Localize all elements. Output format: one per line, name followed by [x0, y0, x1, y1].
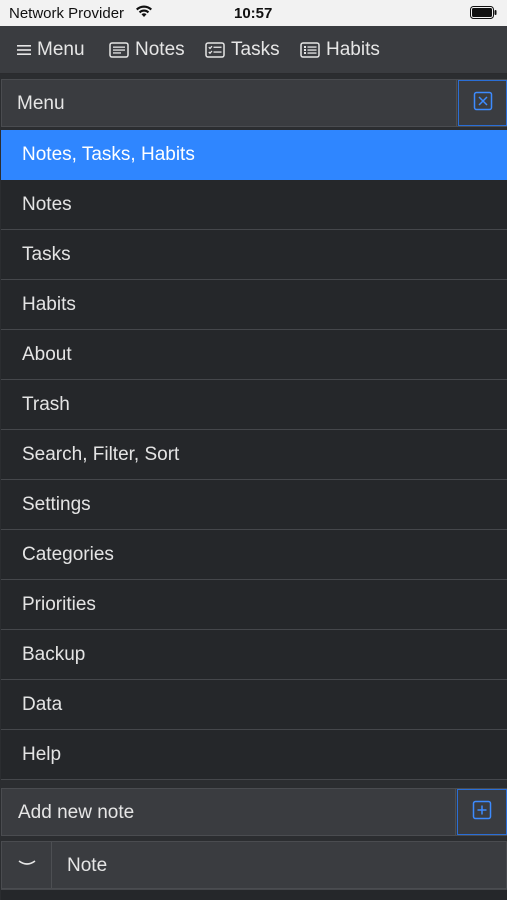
- add-note-label: Add new note: [18, 802, 135, 823]
- note-row[interactable]: Note: [1, 841, 507, 889]
- carrier-name: Network Provider: [9, 5, 125, 22]
- close-icon: [473, 91, 493, 116]
- menu-panel-title: Menu: [17, 93, 65, 114]
- nav-notes-label: Notes: [135, 39, 185, 60]
- hamburger-icon: [17, 43, 31, 57]
- nav-habits-button[interactable]: Habits: [300, 38, 380, 62]
- menu-item-trash[interactable]: Trash: [1, 380, 507, 430]
- menu-item-categories[interactable]: Categories: [1, 530, 507, 580]
- menu-item-priorities[interactable]: Priorities: [1, 580, 507, 630]
- nav-menu-label: Menu: [37, 39, 85, 60]
- menu-item-help[interactable]: Help: [1, 730, 507, 780]
- close-menu-button[interactable]: [458, 80, 507, 126]
- nav-notes-button[interactable]: Notes: [109, 38, 185, 62]
- nav-menu-button[interactable]: Menu: [17, 38, 85, 62]
- add-note-divider: [455, 789, 456, 835]
- header-divider: [456, 80, 457, 126]
- expand-note-button[interactable]: [2, 842, 52, 888]
- nav-tasks-button[interactable]: Tasks: [205, 38, 280, 62]
- menu-item-notes[interactable]: Notes: [1, 180, 507, 230]
- add-note-button[interactable]: [457, 789, 507, 835]
- menu-item-tasks[interactable]: Tasks: [1, 230, 507, 280]
- battery-icon: [470, 6, 497, 19]
- menu-item-settings[interactable]: Settings: [1, 480, 507, 530]
- note-icon: [109, 42, 129, 58]
- status-bar: Network Provider 10:57: [0, 0, 507, 26]
- note-label: Note: [67, 855, 108, 876]
- menu-item-backup[interactable]: Backup: [1, 630, 507, 680]
- nav-tasks-label: Tasks: [231, 39, 280, 60]
- menu-item-notes-tasks-habits[interactable]: Notes, Tasks, Habits: [1, 130, 507, 180]
- habit-icon: [300, 42, 320, 58]
- chevron-down-icon: [18, 856, 36, 874]
- wifi-icon: [135, 4, 153, 18]
- menu-panel-header: Menu: [1, 79, 507, 127]
- plus-square-icon: [472, 800, 492, 825]
- clock-time: 10:57: [234, 5, 273, 22]
- top-navigation: Menu Notes Tasks Habits: [0, 26, 507, 74]
- menu-list: Notes, Tasks, Habits Notes Tasks Habits …: [1, 130, 507, 780]
- note-content-area: [1, 889, 507, 900]
- nav-habits-label: Habits: [326, 39, 380, 60]
- menu-item-habits[interactable]: Habits: [1, 280, 507, 330]
- menu-item-search-filter-sort[interactable]: Search, Filter, Sort: [1, 430, 507, 480]
- menu-item-about[interactable]: About: [1, 330, 507, 380]
- task-icon: [205, 42, 225, 58]
- add-note-row: Add new note: [1, 788, 507, 836]
- menu-item-data[interactable]: Data: [1, 680, 507, 730]
